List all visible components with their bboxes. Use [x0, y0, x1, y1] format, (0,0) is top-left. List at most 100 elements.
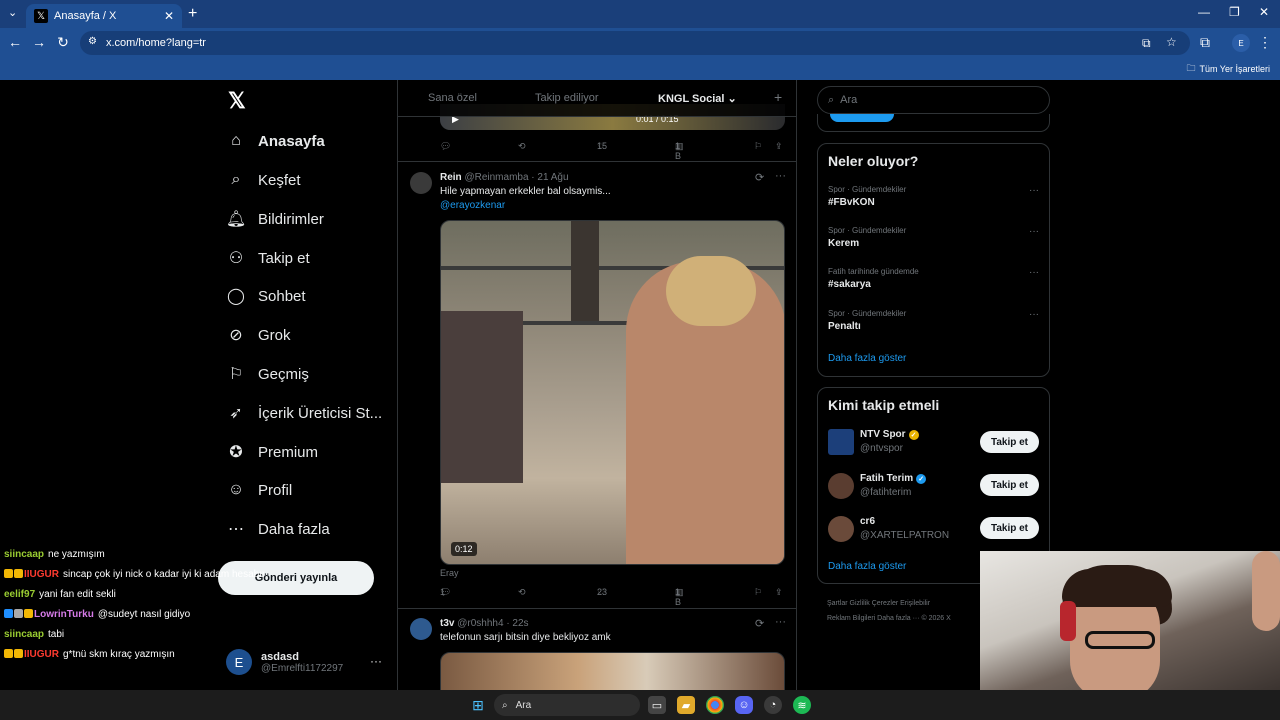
restore-icon[interactable]: ❐ [1229, 5, 1240, 19]
site-info-icon[interactable]: ⚙ [88, 36, 97, 47]
nav-item[interactable]: ☺ Profil [226, 478, 292, 502]
follow-button[interactable]: Takip et [980, 517, 1039, 539]
tweet-date[interactable]: · 21 Ağu [531, 172, 568, 183]
home-icon: ⌂ [231, 132, 241, 149]
nav-item[interactable]: 🔔︎ Bildirimler [226, 207, 324, 231]
more-icon[interactable]: ··· [1029, 267, 1039, 278]
tab-bar: ⌄ 𝕏 Anasayfa / X ✕ + — ❐ ✕ [0, 0, 1280, 28]
tab-following[interactable]: Takip ediliyor [535, 92, 599, 104]
nav-item[interactable]: ⌕ Keşfet [226, 168, 301, 192]
extensions-icon[interactable]: ⧉ [1193, 34, 1217, 51]
add-tab-icon[interactable]: + [774, 89, 782, 105]
more-icon[interactable]: ··· [775, 170, 786, 182]
chat-badge-icon [14, 649, 23, 658]
share-icon[interactable]: ⇪ [775, 141, 783, 152]
discord-icon[interactable]: ☺ [735, 696, 753, 714]
reload-icon[interactable]: ↻ [51, 34, 75, 51]
more-dots-icon[interactable]: ··· [370, 654, 382, 668]
follow-name[interactable]: cr6 [860, 516, 875, 527]
app-icon[interactable]: ◔ [764, 696, 782, 714]
chrome-icon[interactable] [706, 696, 724, 714]
x-logo-icon[interactable]: 𝕏 [228, 88, 246, 114]
trend-category: Spor · Gündemdekiler [828, 185, 907, 194]
close-window-icon[interactable]: ✕ [1259, 5, 1269, 19]
like-count: 15 [597, 141, 608, 151]
grok-icon[interactable]: ⟳ [755, 171, 764, 184]
tab-kngl-social[interactable]: KNGL Social ⌄ [658, 92, 737, 105]
chat-icon: ◯ [227, 288, 245, 305]
more-icon[interactable]: ··· [1029, 185, 1039, 196]
bookmark-icon[interactable]: ⚐ [754, 141, 762, 152]
browser-menu-icon[interactable]: ⋮ [1253, 34, 1277, 51]
back-icon[interactable]: ← [3, 34, 27, 50]
spotify-icon[interactable]: ≋ [793, 696, 811, 714]
follow-name[interactable]: Fatih Terim ✓ [860, 473, 927, 484]
trend-name[interactable]: #FBvKON [828, 197, 875, 208]
cast-icon[interactable]: ⧉ [1142, 36, 1151, 51]
share-icon[interactable]: ⇪ [775, 587, 783, 598]
forward-icon[interactable]: → [27, 34, 51, 50]
avatar[interactable] [828, 516, 854, 542]
grok-icon[interactable]: ⟳ [755, 617, 764, 630]
trend-name[interactable]: #sakarya [828, 279, 871, 290]
address-row: ← → ↻ ⚙ x.com/home?lang=tr ⧉ ☆ ⧉ ⋮ [0, 28, 1280, 58]
nav-item-label: Premium [258, 443, 319, 461]
bookmark-star-icon[interactable]: ☆ [1166, 35, 1177, 49]
trend-name[interactable]: Kerem [828, 238, 859, 249]
punching-bag [571, 221, 599, 321]
follow-button[interactable]: Takip et [980, 474, 1039, 496]
tab-search-icon[interactable]: ⌄ [8, 6, 17, 19]
show-more-link[interactable]: Daha fazla göster [828, 561, 906, 572]
nav-item[interactable]: ⚐ Geçmiş [226, 362, 309, 386]
avatar[interactable] [410, 172, 432, 194]
follow-name[interactable]: NTV Spor ✓ [860, 429, 919, 440]
avatar[interactable] [828, 429, 854, 455]
task-view-icon[interactable]: ▭ [648, 696, 666, 714]
more-icon[interactable]: ··· [1029, 226, 1039, 237]
nav-item[interactable]: ⊘ Grok [226, 323, 290, 347]
taskbar-search[interactable]: ⌕ Ara [494, 694, 640, 716]
footer-links[interactable]: Şartlar Gizlilik Çerezler Erişilebilir [827, 600, 930, 607]
tweet-date[interactable]: · 22s [506, 618, 528, 629]
search-input[interactable]: ⌕ Ara [817, 86, 1050, 114]
new-tab-icon[interactable]: + [188, 5, 197, 23]
chat-username: IIUGUR [24, 569, 59, 580]
profile-icon: ☺ [227, 481, 245, 498]
tweet-author[interactable]: Rein [440, 172, 462, 183]
avatar[interactable] [410, 618, 432, 640]
tweet-image[interactable] [440, 652, 785, 690]
nav-item[interactable]: ◯ Sohbet [226, 284, 306, 308]
retweet-icon[interactable]: ⟲ [518, 141, 526, 152]
file-explorer-icon[interactable]: ▰ [677, 696, 695, 714]
all-bookmarks[interactable]: 🗀 Tüm Yer İşaretleri [1186, 61, 1270, 77]
follow-button[interactable]: Takip et [980, 431, 1039, 453]
tab-for-you[interactable]: Sana özel [428, 92, 477, 104]
avatar[interactable] [828, 473, 854, 499]
nav-item[interactable]: ⋯ Daha fazla [226, 517, 330, 541]
footer-links[interactable]: Reklam Bilgileri Daha fazla ··· © 2026 X [827, 615, 951, 622]
nav-item[interactable]: ⚇ Takip et [226, 246, 310, 270]
windows-start-icon[interactable]: ⊞ [469, 696, 487, 714]
retweet-icon[interactable]: ⟲ [518, 587, 526, 598]
address-bar[interactable]: ⚙ x.com/home?lang=tr ⧉ ☆ [80, 31, 1190, 55]
nav-item[interactable]: ⌂ Anasayfa [226, 129, 325, 153]
trend-name[interactable]: Penaltı [828, 321, 861, 332]
close-tab-icon[interactable]: ✕ [164, 9, 174, 23]
tweet-handle[interactable]: @Reinmamba [464, 172, 528, 183]
bookmark-icon[interactable]: ⚐ [754, 587, 762, 598]
profile-avatar[interactable]: E [1232, 34, 1250, 52]
tweet-video[interactable]: 0:12 [440, 220, 785, 565]
browser-tab[interactable]: 𝕏 Anasayfa / X ✕ [26, 4, 182, 28]
subscribe-button[interactable] [830, 114, 894, 122]
nav-item[interactable]: ✪ Premium [226, 440, 318, 464]
rocket-icon: ➶ [229, 405, 243, 422]
tweet-handle[interactable]: @r0shhh4 [457, 618, 503, 629]
show-more-link[interactable]: Daha fazla göster [828, 353, 906, 364]
minimize-icon[interactable]: — [1198, 5, 1210, 19]
mention-link[interactable]: @erayozkenar [440, 200, 505, 211]
nav-item[interactable]: ➶ İçerik Üreticisi St... [226, 401, 382, 425]
tweet-author[interactable]: t3v [440, 618, 454, 629]
more-icon[interactable]: ··· [775, 616, 786, 628]
more-icon[interactable]: ··· [1029, 309, 1039, 320]
reply-icon[interactable]: 💬︎ [440, 141, 451, 152]
